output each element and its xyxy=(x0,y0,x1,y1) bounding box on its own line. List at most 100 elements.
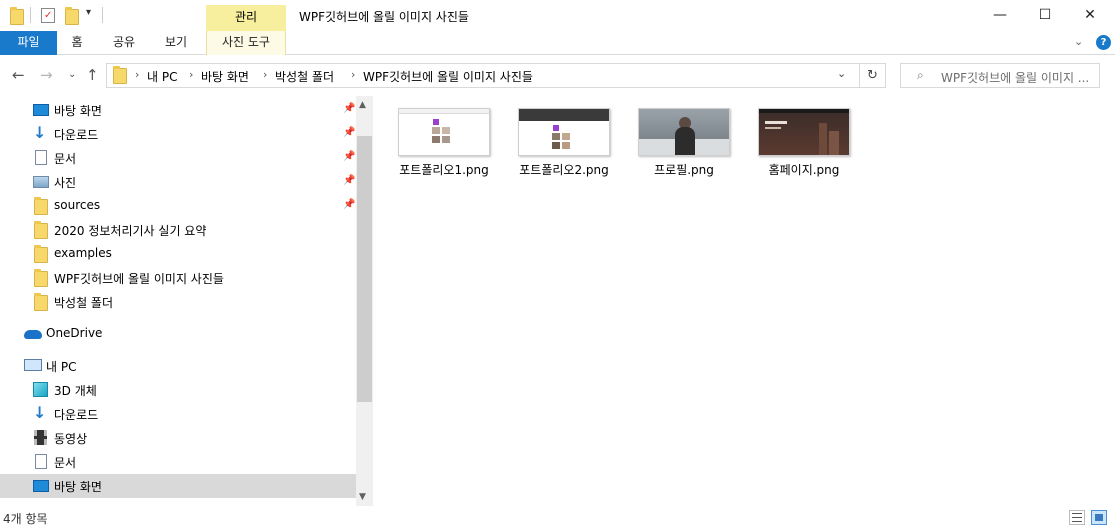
new-folder-icon[interactable] xyxy=(65,7,79,25)
pin-icon[interactable]: 📌 xyxy=(343,199,355,210)
nav-label: 사진 xyxy=(54,176,77,190)
nav-label: sources xyxy=(54,198,101,212)
folder-icon xyxy=(10,7,24,25)
title-bar: ✓ ▾ 관리 WPF깃허브에 올릴 이미지 사진들 — ☐ ✕ xyxy=(0,0,1115,31)
large-icons-view-icon[interactable] xyxy=(1091,510,1107,525)
folder-icon xyxy=(34,293,48,311)
nav-label: 2020 정보처리기사 실기 요약 xyxy=(54,224,207,238)
search-placeholder: WPF깃허브에 올릴 이미지 ... xyxy=(941,71,1090,85)
file-name: 홈페이지.png xyxy=(768,163,840,177)
navigation-pane: 바탕 화면 📌 ↓ 다운로드 📌 문서 📌 사진 📌 sources 📌 202… xyxy=(0,96,373,506)
tab-picture-tools[interactable]: 사진 도구 xyxy=(206,31,286,55)
breadcrumb-desktop[interactable]: 바탕 화면 xyxy=(201,68,249,85)
nav-label: 바탕 화면 xyxy=(54,480,102,494)
chevron-right-icon[interactable]: › xyxy=(135,68,139,81)
tab-view[interactable]: 보기 xyxy=(156,31,196,55)
file-name: 포트폴리오1.png xyxy=(399,163,489,177)
nav-item-desktop[interactable]: 바탕 화면 xyxy=(0,474,356,498)
nav-label: 3D 개체 xyxy=(54,384,97,398)
desktop-icon xyxy=(33,104,49,116)
status-bar: 4개 항목 xyxy=(0,506,1115,530)
nav-label: examples xyxy=(54,246,112,260)
nav-scrollbar[interactable]: ▲ ▼ xyxy=(356,96,373,506)
pin-icon[interactable]: 📌 xyxy=(343,151,355,162)
folder-icon xyxy=(34,269,48,287)
computer-icon xyxy=(24,359,42,371)
breadcrumb-current[interactable]: WPF깃허브에 올릴 이미지 사진들 xyxy=(363,68,533,85)
file-name: 포트폴리오2.png xyxy=(519,163,609,177)
search-input[interactable]: ⌕ WPF깃허브에 올릴 이미지 ... xyxy=(900,63,1100,88)
refresh-icon[interactable]: ↻ xyxy=(860,63,886,88)
nav-label: 문서 xyxy=(54,152,77,166)
pin-icon[interactable]: 📌 xyxy=(343,127,355,138)
pin-icon[interactable]: 📌 xyxy=(343,103,355,114)
recent-locations-chevron-icon[interactable]: ⌄ xyxy=(68,69,76,80)
details-view-icon[interactable] xyxy=(1069,510,1085,525)
3d-objects-icon xyxy=(33,382,48,397)
file-item[interactable]: 홈페이지.png xyxy=(749,108,859,178)
nav-label: 문서 xyxy=(54,456,77,470)
folder-icon xyxy=(34,197,48,215)
tab-file[interactable]: 파일 xyxy=(0,31,57,55)
properties-icon[interactable]: ✓ xyxy=(41,8,55,23)
scroll-down-icon[interactable]: ▼ xyxy=(359,492,366,502)
chevron-right-icon[interactable]: › xyxy=(263,68,267,81)
nav-label: WPF깃허브에 올릴 이미지 사진들 xyxy=(54,272,224,286)
minimize-button[interactable]: — xyxy=(977,0,1023,31)
folder-icon xyxy=(34,221,48,239)
customize-quick-access-icon[interactable]: ▾ xyxy=(86,7,91,18)
file-item[interactable]: 프로필.png xyxy=(629,108,739,178)
search-icon: ⌕ xyxy=(917,68,924,82)
address-dropdown-icon[interactable]: ⌄ xyxy=(837,67,846,80)
scroll-up-icon[interactable]: ▲ xyxy=(359,100,366,110)
thumbnail-homepage-city xyxy=(758,108,850,156)
item-count: 4개 항목 xyxy=(3,512,48,526)
folder-icon xyxy=(34,245,48,263)
file-item[interactable]: 포트폴리오2.png xyxy=(509,108,619,178)
help-button[interactable]: ? xyxy=(1096,35,1111,50)
close-button[interactable]: ✕ xyxy=(1067,0,1113,31)
thumbnail-profile-photo xyxy=(638,108,730,156)
nav-label: 박성철 폴더 xyxy=(54,296,114,310)
nav-item-examples[interactable]: examples xyxy=(0,242,356,266)
nav-item-3d-objects[interactable]: 3D 개체 xyxy=(0,378,356,402)
nav-item-downloads[interactable]: ↓ 다운로드 xyxy=(0,402,356,426)
nav-item-documents[interactable]: 문서 📌 xyxy=(0,146,356,170)
address-row: ← → ⌄ ↑ › 내 PC › 바탕 화면 › 박성철 폴더 › WPF깃허브… xyxy=(0,56,1115,96)
forward-arrow-icon[interactable]: → xyxy=(40,66,53,84)
download-icon: ↓ xyxy=(33,123,47,142)
nav-item-videos[interactable]: 동영상 xyxy=(0,426,356,450)
nav-item-folder[interactable]: 2020 정보처리기사 실기 요약 xyxy=(0,218,356,242)
pin-icon[interactable]: 📌 xyxy=(343,175,355,186)
download-icon: ↓ xyxy=(33,403,47,422)
nav-item-downloads[interactable]: ↓ 다운로드 📌 xyxy=(0,122,356,146)
nav-item-sources[interactable]: sources 📌 xyxy=(0,194,356,218)
document-icon xyxy=(35,150,47,165)
expand-ribbon-icon[interactable]: ⌄ xyxy=(1074,35,1083,48)
tab-share[interactable]: 공유 xyxy=(104,31,144,55)
breadcrumb-folder[interactable]: 박성철 폴더 xyxy=(275,68,334,85)
ribbon-tabs: 파일 홈 공유 보기 사진 도구 ⌄ ? xyxy=(0,31,1115,55)
tab-home[interactable]: 홈 xyxy=(60,31,94,55)
nav-item-desktop[interactable]: 바탕 화면 📌 xyxy=(0,98,356,122)
folder-icon xyxy=(113,66,127,84)
file-item[interactable]: 포트폴리오1.png xyxy=(389,108,499,178)
nav-item-park-folder[interactable]: 박성철 폴더 xyxy=(0,290,356,314)
nav-item-documents[interactable]: 문서 xyxy=(0,450,356,474)
nav-item-pictures[interactable]: 사진 📌 xyxy=(0,170,356,194)
maximize-button[interactable]: ☐ xyxy=(1022,0,1068,31)
thumbnail-portfolio-light xyxy=(398,108,490,156)
breadcrumb-this-pc[interactable]: 내 PC xyxy=(147,68,177,85)
scrollbar-thumb[interactable] xyxy=(357,136,372,402)
address-bar[interactable]: › 내 PC › 바탕 화면 › 박성철 폴더 › WPF깃허브에 올릴 이미지… xyxy=(106,63,860,88)
nav-label: 다운로드 xyxy=(54,128,99,142)
up-arrow-icon[interactable]: ↑ xyxy=(86,66,99,84)
nav-item-onedrive[interactable]: OneDrive xyxy=(0,322,356,346)
nav-item-this-pc[interactable]: 내 PC xyxy=(0,354,356,378)
chevron-right-icon[interactable]: › xyxy=(189,68,193,81)
nav-item-wpf-images[interactable]: WPF깃허브에 올릴 이미지 사진들 xyxy=(0,266,356,290)
manage-context-tab[interactable]: 관리 xyxy=(206,5,286,31)
pictures-icon xyxy=(33,176,49,188)
back-arrow-icon[interactable]: ← xyxy=(12,66,25,84)
chevron-right-icon[interactable]: › xyxy=(351,68,355,81)
